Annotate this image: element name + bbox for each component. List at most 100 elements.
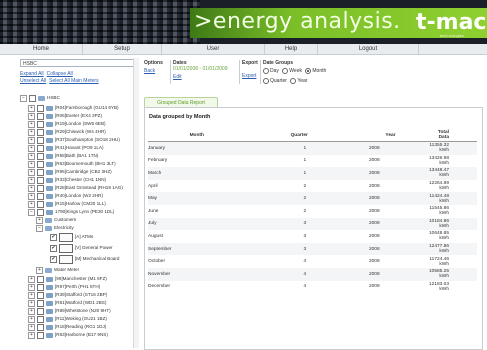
tree-checkbox[interactable] bbox=[37, 291, 44, 299]
tree-node-site[interactable]: + [R37]Southampton (SO18 2HU) bbox=[28, 136, 120, 144]
tree-node-electricity[interactable]: − Electricity bbox=[36, 224, 74, 232]
tree-checkbox[interactable] bbox=[37, 192, 44, 200]
expand-icon: + bbox=[28, 315, 35, 323]
tree-checkbox[interactable] bbox=[37, 104, 44, 112]
tree-label: [R15]Harlow (CM20 1LL) bbox=[55, 201, 106, 206]
tree-node-site[interactable]: + [R95]Cambridge (CB2 3HZ) bbox=[28, 168, 112, 176]
col-total-data: Total Data bbox=[427, 129, 477, 142]
tree-checkbox[interactable] bbox=[37, 184, 44, 192]
radio-day[interactable]: Day bbox=[263, 68, 279, 74]
tree-node-site[interactable]: + [R97]Perth (PH1 5TH) bbox=[28, 283, 100, 291]
tree-checkbox[interactable] bbox=[37, 315, 44, 323]
tree-node-site[interactable]: + [R19]London (SW6 6EB) bbox=[28, 120, 106, 128]
export-link[interactable]: Export bbox=[242, 73, 258, 79]
header-banner: >energy analysis. t-mac tech-nologies bbox=[0, 0, 487, 44]
nav-setup[interactable]: Setup bbox=[83, 44, 162, 54]
tree-checkbox[interactable] bbox=[37, 152, 44, 160]
tree-node-root[interactable]: − HSBC bbox=[20, 94, 60, 102]
tree-label: Customers bbox=[54, 217, 77, 222]
tree-label: [R58]Bath (BA1 1TN) bbox=[55, 153, 99, 158]
cell-month: December bbox=[148, 284, 171, 290]
tree-checkbox[interactable] bbox=[37, 120, 44, 128]
tree-node-site[interactable]: + [R06]Exeter (EX4 3PZ) bbox=[28, 112, 102, 120]
tree-node-site[interactable]: + [R29]Chiswick (W4 4HR) bbox=[28, 128, 106, 136]
tree-checkbox[interactable] bbox=[37, 176, 44, 184]
cell-quarter: 2 bbox=[303, 183, 307, 189]
tree-checkbox-checked[interactable]: ✔ bbox=[50, 255, 57, 263]
tree-node-site[interactable]: + [R63]Bournemouth (BH1 3LT) bbox=[28, 160, 116, 168]
nav-user[interactable]: User bbox=[162, 44, 265, 54]
tree-checkbox[interactable] bbox=[37, 299, 44, 307]
tree-checkbox[interactable] bbox=[37, 275, 44, 283]
tree-checkbox[interactable] bbox=[37, 323, 44, 331]
table-row: July 3 2008 10184.86 kWh bbox=[148, 217, 477, 231]
back-link[interactable]: Back bbox=[144, 68, 163, 74]
cell-quarter: 1 bbox=[245, 167, 353, 180]
tree-checkbox[interactable] bbox=[37, 331, 44, 339]
cell-month: March bbox=[148, 167, 246, 180]
tree-checkbox[interactable] bbox=[37, 283, 44, 291]
tree-node-meter[interactable]: ✔ [V] General Power bbox=[50, 243, 113, 253]
tree-node-site[interactable]: + [R28]East Grinstead (RH19 1AG) bbox=[28, 184, 123, 192]
tree-checkbox[interactable] bbox=[37, 200, 44, 208]
tree-checkbox[interactable] bbox=[29, 94, 36, 102]
tree-checkbox[interactable] bbox=[37, 208, 44, 216]
folder-icon bbox=[46, 316, 53, 322]
folder-icon bbox=[46, 201, 53, 207]
tree-node-site[interactable]: + [R89]Whetstone (N20 9HT) bbox=[28, 307, 111, 315]
cell-month: July bbox=[148, 217, 246, 231]
radio-month[interactable]: Month bbox=[305, 68, 326, 74]
cell-total: 12477.86 kWh bbox=[427, 242, 477, 256]
cell-quarter: 1 bbox=[303, 158, 307, 164]
nav-home[interactable]: Home bbox=[0, 44, 83, 54]
tree-checkbox[interactable] bbox=[37, 307, 44, 315]
expand-all-link[interactable]: Expand All bbox=[20, 71, 44, 77]
expand-icon: + bbox=[28, 120, 35, 128]
radio-year[interactable]: Year bbox=[290, 78, 307, 84]
tree-node-site[interactable]: + [99]Manchester (M1 6FZ) bbox=[28, 275, 107, 283]
radio-week[interactable]: Week bbox=[282, 68, 302, 74]
cell-quarter: 4 bbox=[245, 267, 353, 281]
cell-year: 2008 bbox=[352, 217, 428, 231]
edit-dates-link[interactable]: Edit bbox=[173, 74, 228, 80]
cell-month: October bbox=[148, 259, 166, 265]
unselect-all-link[interactable]: Unselect All bbox=[20, 78, 46, 84]
tree-node-site[interactable]: + [R40]London (W2 2HR) bbox=[28, 192, 103, 200]
tree-checkbox-checked[interactable]: ✔ bbox=[50, 233, 57, 241]
tree-node-site[interactable]: + [R63]Harborne (B17 9NS) bbox=[28, 331, 108, 339]
tree-node-customers[interactable]: + Customers bbox=[36, 216, 76, 224]
tree-checkbox-checked[interactable]: ✔ bbox=[50, 244, 57, 252]
tree-node-site[interactable]: + [R33]Chester (CH1 1NN) bbox=[28, 176, 106, 184]
tree-node-site[interactable]: + [R61]Watford (WD1 2BS) bbox=[28, 299, 106, 307]
tree-node-site[interactable]: + [R41]Havant (PO9 1LA) bbox=[28, 144, 104, 152]
tree-checkbox[interactable] bbox=[37, 112, 44, 120]
tree-node-site[interactable]: + [R18]Reading (RG1 1DJ) bbox=[28, 323, 106, 331]
tree-checkbox[interactable] bbox=[37, 168, 44, 176]
tree-node-site[interactable]: + [R11]Woking (GU21 1BZ) bbox=[28, 315, 107, 323]
tree-checkbox[interactable] bbox=[37, 160, 44, 168]
tree-node-site[interactable]: + [R15]Harlow (CM20 1LL) bbox=[28, 200, 106, 208]
tree-label: [A] ATMs bbox=[75, 234, 94, 239]
folder-icon bbox=[46, 276, 53, 282]
tree-label: HSBC bbox=[47, 95, 60, 100]
select-main-meters-link[interactable]: Select All Main Meters bbox=[49, 78, 98, 84]
tree-node-site-expanded[interactable]: − 1790]Kings Lynn (PE30 1DL) bbox=[28, 208, 114, 216]
nav-help[interactable]: Help bbox=[265, 44, 318, 54]
tree-node-site[interactable]: + [R39]Stafford (ST16 2BP) bbox=[28, 291, 107, 299]
tree-node-water[interactable]: + Water Meter bbox=[36, 266, 79, 274]
tree-node-site[interactable]: + [R58]Bath (BA1 1TN) bbox=[28, 152, 98, 160]
tree-label: [R19]London (SW6 6EB) bbox=[55, 121, 106, 126]
tree-checkbox[interactable] bbox=[37, 136, 44, 144]
tree-checkbox[interactable] bbox=[37, 128, 44, 136]
site-search-input[interactable]: HSBC bbox=[20, 59, 134, 67]
tree-checkbox[interactable] bbox=[37, 144, 44, 152]
tree-node-meter[interactable]: ✔ [M] Mechanical Board bbox=[50, 254, 119, 264]
nav-logout[interactable]: Logout bbox=[318, 44, 419, 54]
tree-node-meter[interactable]: ✔ [A] ATMs bbox=[50, 232, 94, 242]
tree-node-site[interactable]: + [R04]Farnborough (GU14 6YB) bbox=[28, 104, 119, 112]
sidebar-scrollbar[interactable] bbox=[133, 58, 139, 348]
radio-quarter[interactable]: Quarter bbox=[263, 78, 287, 84]
collapse-all-link[interactable]: Collapse All bbox=[47, 71, 73, 77]
folder-icon bbox=[46, 129, 53, 135]
cell-month: November bbox=[148, 267, 246, 281]
